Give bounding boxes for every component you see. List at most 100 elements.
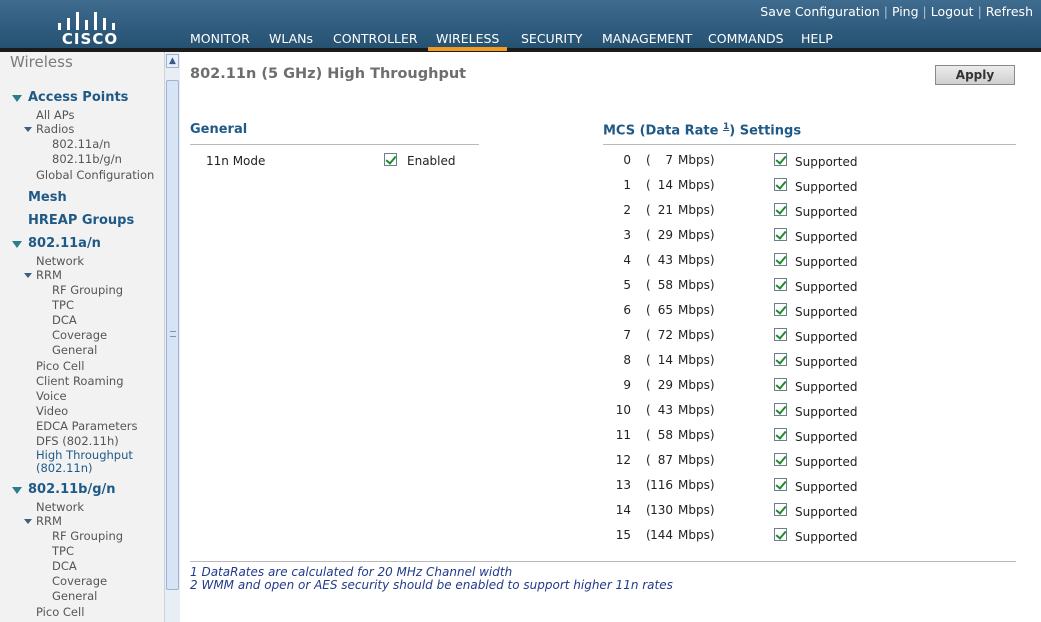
expand-triangle-icon[interactable] bbox=[24, 127, 32, 132]
mcs-supported-checkbox[interactable] bbox=[774, 453, 787, 466]
apply-button[interactable]: Apply bbox=[935, 65, 1015, 85]
nav-help[interactable]: HELP bbox=[801, 31, 833, 46]
sidebar-item-mesh[interactable]: Mesh bbox=[28, 190, 67, 205]
scrollbar-thumb[interactable] bbox=[166, 80, 179, 590]
mcs-supported-checkbox[interactable] bbox=[774, 378, 787, 391]
mcs-rate: 29 bbox=[657, 378, 673, 392]
sidebar-item-client-roaming[interactable]: Client Roaming bbox=[36, 374, 124, 388]
mcs-rate: 14 bbox=[657, 178, 673, 192]
sidebar-item-pico-cell[interactable]: Pico Cell bbox=[36, 359, 84, 373]
sidebar-item-radios-80211an[interactable]: 802.11a/n bbox=[52, 137, 110, 151]
mcs-supported-checkbox[interactable] bbox=[774, 353, 787, 366]
expand-triangle-icon[interactable] bbox=[12, 487, 22, 494]
mcs-index: 14 bbox=[615, 503, 631, 517]
mcs-supported-checkbox[interactable] bbox=[774, 228, 787, 241]
sidebar-item-dca[interactable]: DCA bbox=[52, 313, 77, 327]
mcs-supported-checkbox[interactable] bbox=[774, 253, 787, 266]
mcs-supported-label: Supported bbox=[795, 530, 858, 544]
mcs-supported-checkbox[interactable] bbox=[774, 303, 787, 316]
sidebar-item-radios[interactable]: Radios bbox=[36, 122, 74, 136]
general-divider bbox=[190, 144, 479, 145]
expand-triangle-icon[interactable] bbox=[12, 241, 22, 248]
nav-wlans[interactable]: WLANs bbox=[269, 31, 313, 46]
expand-triangle-icon[interactable] bbox=[24, 519, 32, 524]
sidebar-item-high-throughput-80211n[interactable]: (802.11n) bbox=[36, 461, 93, 475]
sidebar-item-network-bgn[interactable]: Network bbox=[36, 500, 84, 514]
mcs-index: 6 bbox=[623, 303, 631, 317]
mcs-supported-checkbox[interactable] bbox=[774, 328, 787, 341]
mcs-supported-checkbox[interactable] bbox=[774, 178, 787, 191]
sidebar-item-pico-cell-bgn[interactable]: Pico Cell bbox=[36, 605, 84, 619]
mcs-unit: Mbps) bbox=[678, 378, 715, 392]
sidebar-item-network[interactable]: Network bbox=[36, 254, 84, 268]
mcs-list: 0(7 Mbps) Supported 1(14 Mbps) Supported 2(21 M… bbox=[603, 153, 1023, 553]
mcs-rate: 43 bbox=[657, 253, 673, 267]
mcs-row: 15(144 Mbps) Supported bbox=[603, 528, 1023, 553]
sidebar-item-high-throughput[interactable]: High Throughput bbox=[36, 448, 133, 462]
ping-link[interactable]: Ping bbox=[892, 4, 919, 19]
sidebar-item-hreap-groups[interactable]: HREAP Groups bbox=[28, 213, 134, 228]
mcs-row: 6(65 Mbps) Supported bbox=[603, 303, 1023, 328]
mcs-supported-checkbox[interactable] bbox=[774, 153, 787, 166]
mcs-rate: 14 bbox=[657, 353, 673, 367]
sidebar-item-radios-80211bgn[interactable]: 802.11b/g/n bbox=[52, 152, 122, 166]
mcs-supported-checkbox[interactable] bbox=[774, 478, 787, 491]
mcs-rate: 116 bbox=[650, 478, 673, 492]
nav-security[interactable]: SECURITY bbox=[521, 31, 582, 46]
general-section-title: General bbox=[190, 122, 248, 137]
sidebar-item-dfs[interactable]: DFS (802.11h) bbox=[36, 434, 119, 448]
expand-triangle-icon[interactable] bbox=[12, 95, 22, 102]
nav-wireless[interactable]: WIRELESS bbox=[427, 31, 508, 51]
sidebar-item-rrm[interactable]: RRM bbox=[36, 268, 62, 282]
mcs-unit: Mbps) bbox=[678, 153, 715, 167]
mcs-supported-checkbox[interactable] bbox=[774, 503, 787, 516]
sidebar-scrollbar[interactable]: ▲ bbox=[164, 52, 180, 622]
sidebar-item-coverage-bgn[interactable]: Coverage bbox=[52, 574, 107, 588]
top-links: Save Configuration | Ping | Logout | Refresh bbox=[760, 4, 1033, 19]
sidebar-item-rf-grouping[interactable]: RF Grouping bbox=[52, 283, 123, 297]
nav-commands[interactable]: COMMANDS bbox=[708, 31, 784, 46]
sidebar-item-coverage[interactable]: Coverage bbox=[52, 328, 107, 342]
footer-divider bbox=[190, 561, 1016, 562]
sidebar-item-general-bgn[interactable]: General bbox=[52, 589, 97, 603]
nav-controller[interactable]: CONTROLLER bbox=[333, 31, 418, 46]
logout-link[interactable]: Logout bbox=[931, 4, 974, 19]
mcs-title-suffix: ) Settings bbox=[729, 123, 802, 139]
mcs-rate: 29 bbox=[657, 228, 673, 242]
save-configuration-link[interactable]: Save Configuration bbox=[760, 4, 879, 19]
sidebar-item-edca-parameters[interactable]: EDCA Parameters bbox=[36, 419, 138, 433]
sidebar-item-80211bgn[interactable]: 802.11b/g/n bbox=[28, 482, 116, 497]
mcs-index: 7 bbox=[623, 328, 631, 342]
sidebar-item-dca-bgn[interactable]: DCA bbox=[52, 559, 77, 573]
mcs-row: 9(29 Mbps) Supported bbox=[603, 378, 1023, 403]
sidebar-item-global-configuration[interactable]: Global Configuration bbox=[36, 168, 154, 182]
sidebar-item-general[interactable]: General bbox=[52, 343, 97, 357]
mcs-supported-checkbox[interactable] bbox=[774, 278, 787, 291]
expand-triangle-icon[interactable] bbox=[24, 273, 32, 278]
sidebar-item-rrm-bgn[interactable]: RRM bbox=[36, 514, 62, 528]
nav-management[interactable]: MANAGEMENT bbox=[602, 31, 692, 46]
11n-mode-checkbox[interactable] bbox=[384, 153, 397, 166]
sidebar-item-tpc[interactable]: TPC bbox=[52, 298, 74, 312]
mcs-supported-checkbox[interactable] bbox=[774, 528, 787, 541]
scroll-up-arrow-icon[interactable]: ▲ bbox=[166, 54, 179, 68]
mcs-supported-checkbox[interactable] bbox=[774, 403, 787, 416]
sidebar-item-all-aps[interactable]: All APs bbox=[36, 108, 75, 122]
sidebar-item-access-points[interactable]: Access Points bbox=[28, 90, 128, 105]
nav-monitor[interactable]: MONITOR bbox=[190, 31, 250, 46]
sidebar-item-rf-grouping-bgn[interactable]: RF Grouping bbox=[52, 529, 123, 543]
mcs-index: 8 bbox=[623, 353, 631, 367]
cisco-logo-bars-icon bbox=[56, 8, 124, 30]
sidebar-item-video[interactable]: Video bbox=[36, 404, 68, 418]
sidebar-item-voice[interactable]: Voice bbox=[36, 389, 67, 403]
mcs-index: 5 bbox=[623, 278, 631, 292]
mcs-supported-checkbox[interactable] bbox=[774, 428, 787, 441]
mcs-supported-checkbox[interactable] bbox=[774, 203, 787, 216]
sidebar-item-tpc-bgn[interactable]: TPC bbox=[52, 544, 74, 558]
sidebar-item-80211an[interactable]: 802.11a/n bbox=[28, 236, 101, 251]
mcs-rate: 65 bbox=[657, 303, 673, 317]
refresh-link[interactable]: Refresh bbox=[986, 4, 1033, 19]
mcs-unit: Mbps) bbox=[678, 303, 715, 317]
mcs-row: 4(43 Mbps) Supported bbox=[603, 253, 1023, 278]
mcs-index: 15 bbox=[615, 528, 631, 542]
